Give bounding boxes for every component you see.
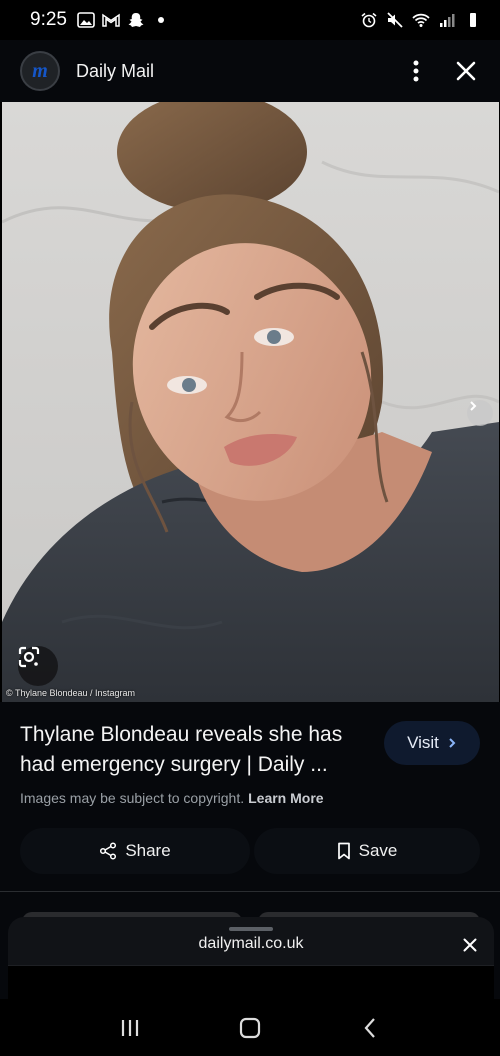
notification-icons [77,12,170,28]
next-image-button[interactable] [467,400,493,426]
close-button[interactable] [452,57,480,85]
learn-more-link[interactable]: Learn More [248,790,323,806]
more-vert-icon [413,60,419,82]
recent-apps-button[interactable] [110,1008,150,1048]
share-icon [100,842,117,860]
sheet-drag-handle[interactable] [229,927,273,931]
google-lens-icon [18,646,40,668]
dot-icon [157,17,164,23]
alarm-icon [361,12,377,28]
sheet-domain: dailymail.co.uk [198,935,304,952]
sheet-close-button[interactable] [458,933,482,957]
battery-icon [470,13,476,27]
more-options-button[interactable] [402,57,430,85]
google-lens-button[interactable] [18,646,58,686]
chevron-right-icon [449,738,456,748]
bookmark-icon [337,842,350,860]
back-icon [364,1017,375,1038]
home-icon [239,1017,261,1038]
chevron-right-icon [470,401,477,411]
result-info: Thylane Blondeau reveals she has had eme… [0,702,500,892]
wifi-icon [412,13,430,27]
copyright-notice: Images may be subject to copyright. Learn… [20,790,324,806]
portrait-illustration [2,102,499,702]
close-icon [456,61,476,81]
visit-label: Visit [407,733,439,752]
visit-button[interactable]: Visit [384,721,480,765]
share-button[interactable]: Share [20,828,250,874]
recent-apps-icon [121,1019,139,1036]
close-icon [463,938,477,952]
gmail-icon [102,13,120,27]
save-button[interactable]: Save [254,828,480,874]
status-bar: 9:25 [0,0,500,40]
system-icons [360,12,482,28]
result-title[interactable]: Thylane Blondeau reveals she has had eme… [20,720,370,780]
snapchat-icon [128,13,144,27]
sheet-webview[interactable] [8,965,494,999]
system-nav-bar [0,999,500,1056]
status-time: 9:25 [30,9,67,30]
share-label: Share [125,841,171,860]
image-credit: © Thylane Blondeau / Instagram [6,688,136,698]
copyright-text: Images may be subject to copyright. [20,790,245,806]
gallery-icon [77,12,95,28]
logo-letter: m [32,59,48,82]
header-actions [402,57,480,85]
signal-icon [440,14,455,27]
source-header: m Daily Mail [0,40,500,102]
source-title: Daily Mail [76,60,155,81]
save-label: Save [358,841,398,860]
result-image[interactable]: © Thylane Blondeau / Instagram [2,102,499,702]
home-button[interactable] [230,1008,270,1048]
daily-mail-logo: m [20,51,60,91]
back-button[interactable] [350,1008,390,1048]
mute-icon [387,12,403,28]
site-preview-sheet[interactable]: dailymail.co.uk [8,917,494,999]
